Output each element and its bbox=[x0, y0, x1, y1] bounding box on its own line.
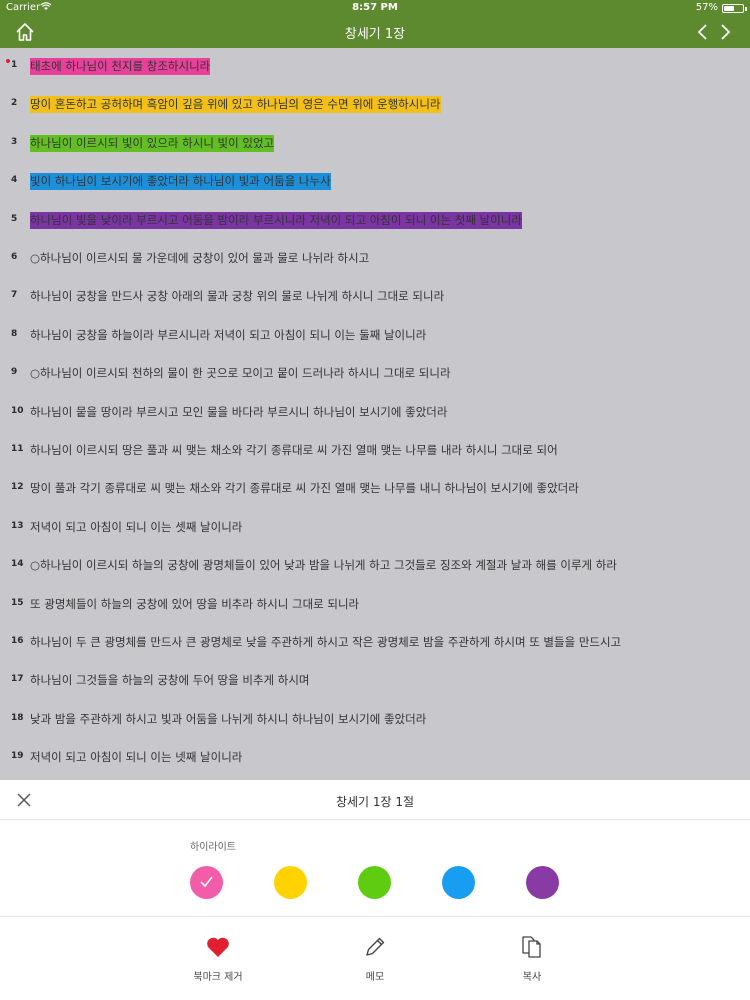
verse-text: 저녁이 되고 아침이 되니 이는 셋째 날이니라 bbox=[30, 519, 243, 534]
verse-text: 빛이 하나님이 보시기에 좋았더라 하나님이 빛과 어둠을 나누사 bbox=[30, 173, 331, 191]
verse-number: 9 bbox=[11, 367, 18, 378]
verse-number: 11 bbox=[11, 444, 24, 454]
verse-text: ○하나님이 이르시되 천하의 물이 한 곳으로 모이고 뭍이 드러나라 하시니 … bbox=[30, 366, 451, 381]
status-bar: Carrier 8:57 PM 57% bbox=[0, 0, 750, 16]
verse-row[interactable]: 11 하나님이 이르시되 땅은 풀과 씨 맺는 채소와 각기 종류대로 씨 가진 … bbox=[0, 438, 750, 464]
verse-number: 19 bbox=[11, 751, 24, 762]
verse-number: 3 bbox=[11, 136, 18, 147]
verse-text: 하나님이 그것들을 하늘의 궁창에 두어 땅을 비추게 하시며 bbox=[30, 673, 310, 688]
bookmark-remove-label: 북마크 제거 bbox=[193, 972, 243, 983]
verse-text: ○하나님이 이르시되 하늘의 궁창에 광명체들이 있어 낮과 밤을 나뉘게 하고… bbox=[30, 558, 617, 573]
verse-row[interactable]: 6 ○하나님이 이르시되 물 가운데에 궁창이 있어 물과 물로 나뉘라 하시고 bbox=[0, 246, 750, 272]
verse-row[interactable]: 4 빛이 하나님이 보시기에 좋았더라 하나님이 빛과 어둠을 나누사 bbox=[0, 169, 750, 195]
verse-number: 15 bbox=[11, 597, 24, 608]
highlight-swatch-yellow[interactable] bbox=[274, 866, 307, 899]
battery-icon bbox=[722, 4, 747, 13]
verse-row[interactable]: 8 하나님이 궁창을 하늘이라 부르시니라 저녁이 되고 아침이 되니 이는 둘째… bbox=[0, 323, 750, 349]
verse-number: 13 bbox=[11, 520, 24, 531]
verse-text: 하나님이 이르시되 땅은 풀과 씨 맺는 채소와 각기 종류대로 씨 가진 열매… bbox=[30, 443, 558, 457]
verse-row[interactable]: 14 ○하나님이 이르시되 하늘의 궁창에 광명체들이 있어 낮과 밤을 나뉘게 … bbox=[0, 553, 750, 579]
highlight-swatch-green[interactable] bbox=[358, 866, 391, 899]
verse-row[interactable]: 7 하나님이 궁창을 만드사 궁창 아래의 물과 궁창 위의 물로 나뉘게 하시니… bbox=[0, 284, 750, 310]
verse-row[interactable]: 2 땅이 혼돈하고 공허하며 흑암이 깊음 위에 있고 하나님의 영은 수면 위에… bbox=[0, 92, 750, 118]
verse-text: 하나님이 이르시되 빛이 있으라 하시니 빛이 있었고 bbox=[30, 134, 275, 152]
copy-label: 복사 bbox=[522, 972, 542, 983]
navigation-bar: 창세기 1장 bbox=[0, 16, 750, 48]
verse-text: 하나님이 뭍을 땅이라 부르시고 모인 물을 바다라 부르시니 하나님이 보시기… bbox=[30, 404, 448, 419]
verse-text: 하나님이 궁창을 하늘이라 부르시니라 저녁이 되고 아침이 되니 이는 둘째 … bbox=[30, 327, 427, 342]
verse-row[interactable]: 5 하나님이 빛을 낮이라 부르시고 어둠을 밤이라 부르시니라 저녁이 되고 아… bbox=[0, 208, 750, 234]
bookmark-remove-button[interactable]: 북마크 제거 bbox=[178, 934, 258, 986]
verse-list: 1 태초에 하나님이 천지를 창조하시니라 2 땅이 혼돈하고 공허하며 흑암이 깊음… bbox=[0, 48, 750, 780]
sheet-title: 창세기 1장 1절 bbox=[335, 795, 415, 809]
verse-row[interactable]: 9 ○하나님이 이르시되 천하의 물이 한 곳으로 모이고 뭍이 드러나라 하시니… bbox=[0, 361, 750, 387]
verse-number: 17 bbox=[11, 674, 24, 685]
highlight-swatch-pink[interactable] bbox=[190, 866, 223, 899]
copy-button[interactable]: 복사 bbox=[492, 934, 572, 986]
highlight-swatch-blue[interactable] bbox=[442, 866, 475, 899]
verse-number: 2 bbox=[11, 98, 18, 109]
copy-icon bbox=[522, 936, 541, 958]
verse-row[interactable]: 17 하나님이 그것들을 하늘의 궁창에 두어 땅을 비추게 하시며 bbox=[0, 668, 750, 694]
highlight-label: 하이라이트 bbox=[190, 842, 236, 853]
verse-number: 10 bbox=[11, 405, 24, 416]
verse-number: 16 bbox=[11, 636, 24, 646]
verse-row[interactable]: 3 하나님이 이르시되 빛이 있으라 하시니 빛이 있었고 bbox=[0, 131, 750, 157]
verse-row[interactable]: 16 하나님이 두 큰 광명체를 만드사 큰 광명체로 낮을 주관하게 하시고 작… bbox=[0, 630, 750, 656]
verse-text: 낮과 밤을 주관하게 하시고 빛과 어둠을 나뉘게 하시니 하나님이 보시기에 … bbox=[30, 711, 427, 726]
verse-text: 또 광명체들이 하늘의 궁창에 있어 땅을 비추라 하시니 그대로 되니라 bbox=[30, 596, 360, 611]
verse-text: 하나님이 빛을 낮이라 부르시고 어둠을 밤이라 부르시니라 저녁이 되고 아침… bbox=[30, 211, 522, 229]
verse-number: 5 bbox=[11, 213, 18, 224]
chapter-title: 창세기 1장 bbox=[344, 27, 406, 42]
verse-number: 14 bbox=[11, 559, 24, 570]
previous-chapter-icon[interactable] bbox=[694, 21, 712, 43]
next-chapter-icon[interactable] bbox=[716, 21, 734, 43]
verse-number: 1 bbox=[11, 60, 18, 70]
battery-percentage: 57% bbox=[695, 2, 718, 13]
bookmark-marker bbox=[6, 59, 10, 63]
verse-number: 8 bbox=[11, 328, 18, 339]
status-time: 8:57 PM bbox=[352, 2, 398, 13]
verse-row[interactable]: 12 땅이 풀과 각기 종류대로 씨 맺는 채소와 각기 종류대로 씨 가진 열매… bbox=[0, 476, 750, 502]
memo-button[interactable]: 메모 bbox=[335, 934, 415, 986]
verse-number: 6 bbox=[11, 252, 18, 262]
verse-text: 땅이 혼돈하고 공허하며 흑암이 깊음 위에 있고 하나님의 영은 수면 위에 … bbox=[30, 96, 441, 114]
verse-number: 18 bbox=[11, 712, 24, 723]
verse-row[interactable]: 1 태초에 하나님이 천지를 창조하시니라 bbox=[0, 54, 750, 80]
sheet-header: 창세기 1장 1절 bbox=[0, 780, 750, 820]
top-bar: Carrier 8:57 PM 57% 창세기 1장 bbox=[0, 0, 750, 48]
verse-text: 태초에 하나님이 천지를 창조하시니라 bbox=[30, 58, 211, 75]
heart-icon bbox=[207, 937, 229, 957]
checkmark-icon bbox=[200, 876, 213, 888]
pencil-icon bbox=[366, 937, 385, 956]
verse-number: 7 bbox=[11, 290, 18, 301]
divider bbox=[0, 916, 750, 917]
verse-text: 하나님이 궁창을 만드사 궁창 아래의 물과 궁창 위의 물로 나뉘게 하시니 … bbox=[30, 289, 445, 304]
verse-action-sheet: 창세기 1장 1절 하이라이트 북마크 제거 메모 복사 bbox=[0, 780, 750, 1000]
highlight-swatch-purple[interactable] bbox=[526, 866, 559, 899]
memo-label: 메모 bbox=[365, 972, 385, 983]
verse-text: 저녁이 되고 아침이 되니 이는 넷째 날이니라 bbox=[30, 750, 243, 765]
verse-row[interactable]: 19 저녁이 되고 아침이 되니 이는 넷째 날이니라 bbox=[0, 745, 750, 771]
verse-text: 땅이 풀과 각기 종류대로 씨 맺는 채소와 각기 종류대로 씨 가진 열매 맺… bbox=[30, 481, 579, 496]
verse-text: ○하나님이 이르시되 물 가운데에 궁창이 있어 물과 물로 나뉘라 하시고 bbox=[30, 251, 370, 265]
verse-number: 4 bbox=[11, 175, 18, 186]
verse-row[interactable]: 10 하나님이 뭍을 땅이라 부르시고 모인 물을 바다라 부르시니 하나님이 보… bbox=[0, 400, 750, 426]
verse-row[interactable]: 13 저녁이 되고 아침이 되니 이는 셋째 날이니라 bbox=[0, 515, 750, 541]
verse-number: 12 bbox=[11, 482, 24, 493]
verse-row[interactable]: 15 또 광명체들이 하늘의 궁창에 있어 땅을 비추라 하시니 그대로 되니라 bbox=[0, 592, 750, 618]
verse-row[interactable]: 18 낮과 밤을 주관하게 하시고 빛과 어둠을 나뉘게 하시니 하나님이 보시기… bbox=[0, 707, 750, 733]
verse-text: 하나님이 두 큰 광명체를 만드사 큰 광명체로 낮을 주관하게 하시고 작은 … bbox=[30, 635, 622, 649]
